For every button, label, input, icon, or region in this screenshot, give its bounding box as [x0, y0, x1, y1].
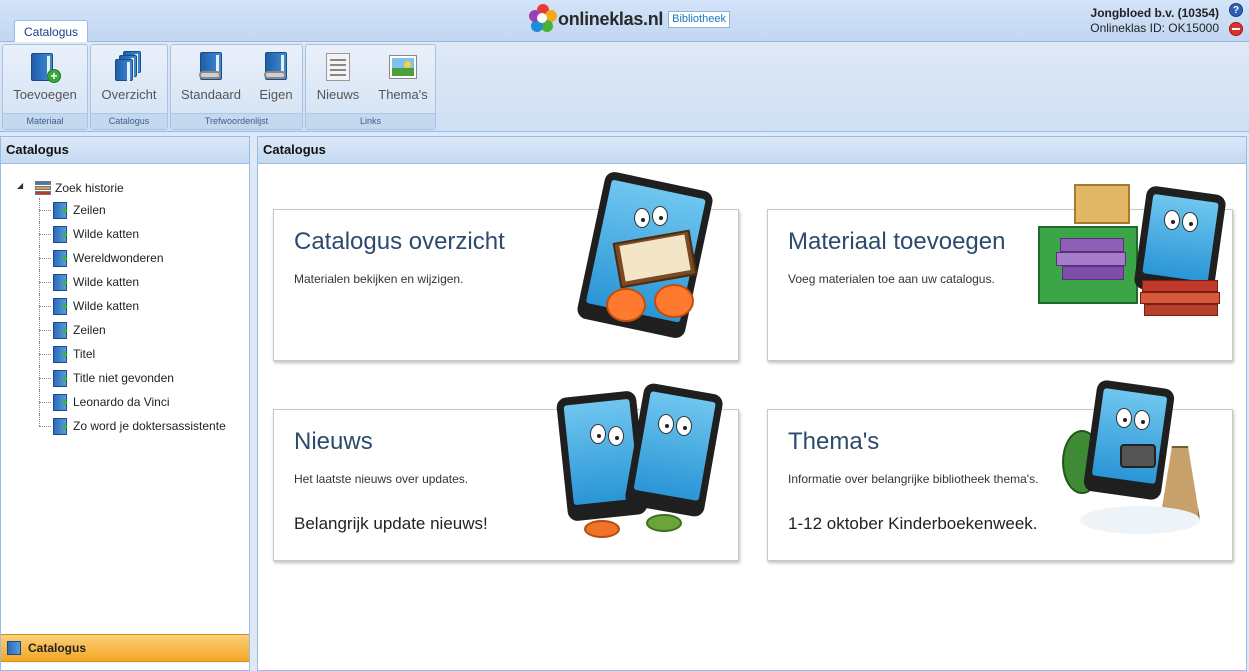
book-arrow-icon: [53, 346, 69, 363]
left-panel-title: Catalogus: [1, 137, 249, 164]
tree-item[interactable]: Zo word je doktersassistente: [1, 414, 249, 438]
eigen-button[interactable]: Eigen: [251, 49, 301, 102]
account-id: Onlineklas ID: OK15000: [1090, 21, 1219, 35]
tree-item-label: Zo word je doktersassistente: [73, 419, 226, 433]
card-materiaal-toevoegen[interactable]: Materiaal toevoegen Voeg materialen toe …: [767, 184, 1233, 361]
ribbon-group-links: Nieuws Thema's Links: [305, 44, 436, 130]
toevoegen-button[interactable]: + Toevoegen: [3, 49, 87, 102]
ribbon-group-trefwoordenlijst: Standaard Eigen Trefwoordenlijst: [170, 44, 303, 130]
tree-item-label: Wilde katten: [73, 275, 140, 289]
collapse-arrow-icon[interactable]: ◢: [17, 181, 23, 190]
brand-badge: Bibliotheek: [668, 10, 730, 28]
book-arrow-icon: [53, 274, 69, 291]
account-name: Jongbloed b.v. (10354): [1090, 6, 1219, 20]
ribbon-caption-catalogus: Catalogus: [91, 113, 167, 129]
book-link-icon: [260, 51, 292, 83]
tablet-reading-illustration: [570, 170, 720, 340]
ribbon-caption-links: Links: [306, 113, 435, 129]
tree-item[interactable]: Wilde katten: [1, 270, 249, 294]
logout-icon[interactable]: [1229, 22, 1243, 36]
newspaper-icon: [322, 51, 354, 83]
tree-item-label: Titel: [73, 347, 96, 361]
book-add-icon: +: [29, 51, 61, 83]
standaard-button[interactable]: Standaard: [175, 49, 247, 102]
picture-icon: [387, 51, 419, 83]
card-description: Het laatste nieuws over updates.: [294, 472, 469, 486]
main-panel-title: Catalogus: [258, 137, 1246, 164]
tree-item[interactable]: Wereldwonderen: [1, 246, 249, 270]
two-tablets-illustration: [550, 381, 730, 554]
tree-item[interactable]: Title niet gevonden: [1, 366, 249, 390]
tree-item[interactable]: Wilde katten: [1, 294, 249, 318]
themas-button[interactable]: Thema's: [372, 49, 434, 102]
tree-item-label: Title niet gevonden: [73, 371, 174, 385]
gift-box-books-illustration: [1030, 180, 1230, 340]
ribbon-group-materiaal: + Toevoegen Materiaal: [2, 44, 88, 130]
nav-catalogus[interactable]: Catalogus: [1, 634, 249, 662]
help-icon[interactable]: ?: [1229, 3, 1243, 17]
books-stack-icon: [113, 51, 145, 84]
tablet-camera-windmill-illustration: [1060, 379, 1230, 554]
book-arrow-icon: [53, 226, 69, 243]
tab-catalogus[interactable]: Catalogus: [14, 20, 89, 42]
onlineklas-logo: onlineklas.nl Bibliotheek: [529, 3, 730, 35]
main-panel: Catalogus Catalogus overzicht Materialen…: [257, 136, 1247, 671]
tree-item[interactable]: Wilde katten: [1, 222, 249, 246]
tree-item[interactable]: Zeilen: [1, 318, 249, 342]
book-arrow-icon: [53, 298, 69, 315]
toevoegen-label: Toevoegen: [13, 87, 77, 102]
card-themas[interactable]: Thema's Informatie over belangrijke bibl…: [767, 379, 1233, 561]
left-panel: Catalogus ◢ Zoek historie Zeilen Wilde k…: [0, 136, 250, 671]
ribbon-caption-trefwoordenlijst: Trefwoordenlijst: [171, 113, 302, 129]
overzicht-button[interactable]: Overzicht: [91, 49, 167, 102]
tree-item-label: Wilde katten: [73, 299, 140, 313]
card-title: Materiaal toevoegen: [788, 228, 1006, 255]
book-arrow-icon: [53, 370, 69, 387]
book-arrow-icon: [53, 322, 69, 339]
card-description: Informatie over belangrijke bibliotheek …: [788, 472, 1039, 486]
top-bar: Catalogus onlineklas.nl Bibliotheek Jong…: [0, 0, 1249, 42]
card-highlight: 1-12 oktober Kinderboekenweek.: [788, 514, 1038, 533]
card-catalogus-overzicht[interactable]: Catalogus overzicht Materialen bekijken …: [273, 170, 739, 361]
tree-item-label: Zeilen: [73, 203, 106, 217]
eigen-label: Eigen: [259, 87, 293, 102]
tree-item-label: Wilde katten: [73, 227, 140, 241]
ribbon-group-catalogus: Overzicht Catalogus: [90, 44, 168, 130]
book-arrow-icon: [53, 418, 69, 435]
book-arrow-icon: [53, 250, 69, 267]
card-description: Voeg materialen toe aan uw catalogus.: [788, 272, 995, 286]
card-description: Materialen bekijken en wijzigen.: [294, 272, 464, 286]
card-title: Catalogus overzicht: [294, 228, 505, 255]
ribbon-toolbar: + Toevoegen Materiaal Overzicht Catalogu…: [0, 42, 1249, 132]
themas-label: Thema's: [378, 87, 428, 102]
brand-name: onlineklas.nl: [558, 8, 664, 29]
overzicht-label: Overzicht: [101, 87, 157, 102]
tree-item[interactable]: Titel: [1, 342, 249, 366]
card-title: Thema's: [788, 428, 880, 455]
search-history-tree: ◢ Zoek historie Zeilen Wilde katten Were…: [1, 164, 249, 438]
card-highlight: Belangrijk update nieuws!: [294, 514, 488, 533]
book-arrow-icon: [53, 394, 69, 411]
ribbon-caption-materiaal: Materiaal: [3, 113, 87, 129]
standaard-label: Standaard: [181, 87, 241, 102]
tree-item-label: Wereldwonderen: [73, 251, 164, 265]
nieuws-label: Nieuws: [316, 87, 360, 102]
book-link-icon: [195, 51, 227, 83]
nav-catalogus-label: Catalogus: [28, 641, 87, 655]
book-icon: [7, 641, 21, 655]
tree-root-zoek-historie[interactable]: ◢ Zoek historie: [1, 178, 249, 198]
book-arrow-icon: [53, 202, 69, 219]
account-info: Jongbloed b.v. (10354) Onlineklas ID: OK…: [1090, 6, 1219, 36]
tree-item[interactable]: Leonardo da Vinci: [1, 390, 249, 414]
tree-root-label: Zoek historie: [55, 181, 124, 195]
card-title: Nieuws: [294, 428, 373, 455]
flower-logo-icon: [529, 4, 557, 34]
tree-item-label: Zeilen: [73, 323, 106, 337]
books-history-icon: [35, 181, 51, 195]
tree-item[interactable]: Zeilen: [1, 198, 249, 222]
tree-item-label: Leonardo da Vinci: [73, 395, 170, 409]
nieuws-button[interactable]: Nieuws: [310, 49, 366, 102]
card-nieuws[interactable]: Nieuws Het laatste nieuws over updates. …: [273, 381, 739, 561]
